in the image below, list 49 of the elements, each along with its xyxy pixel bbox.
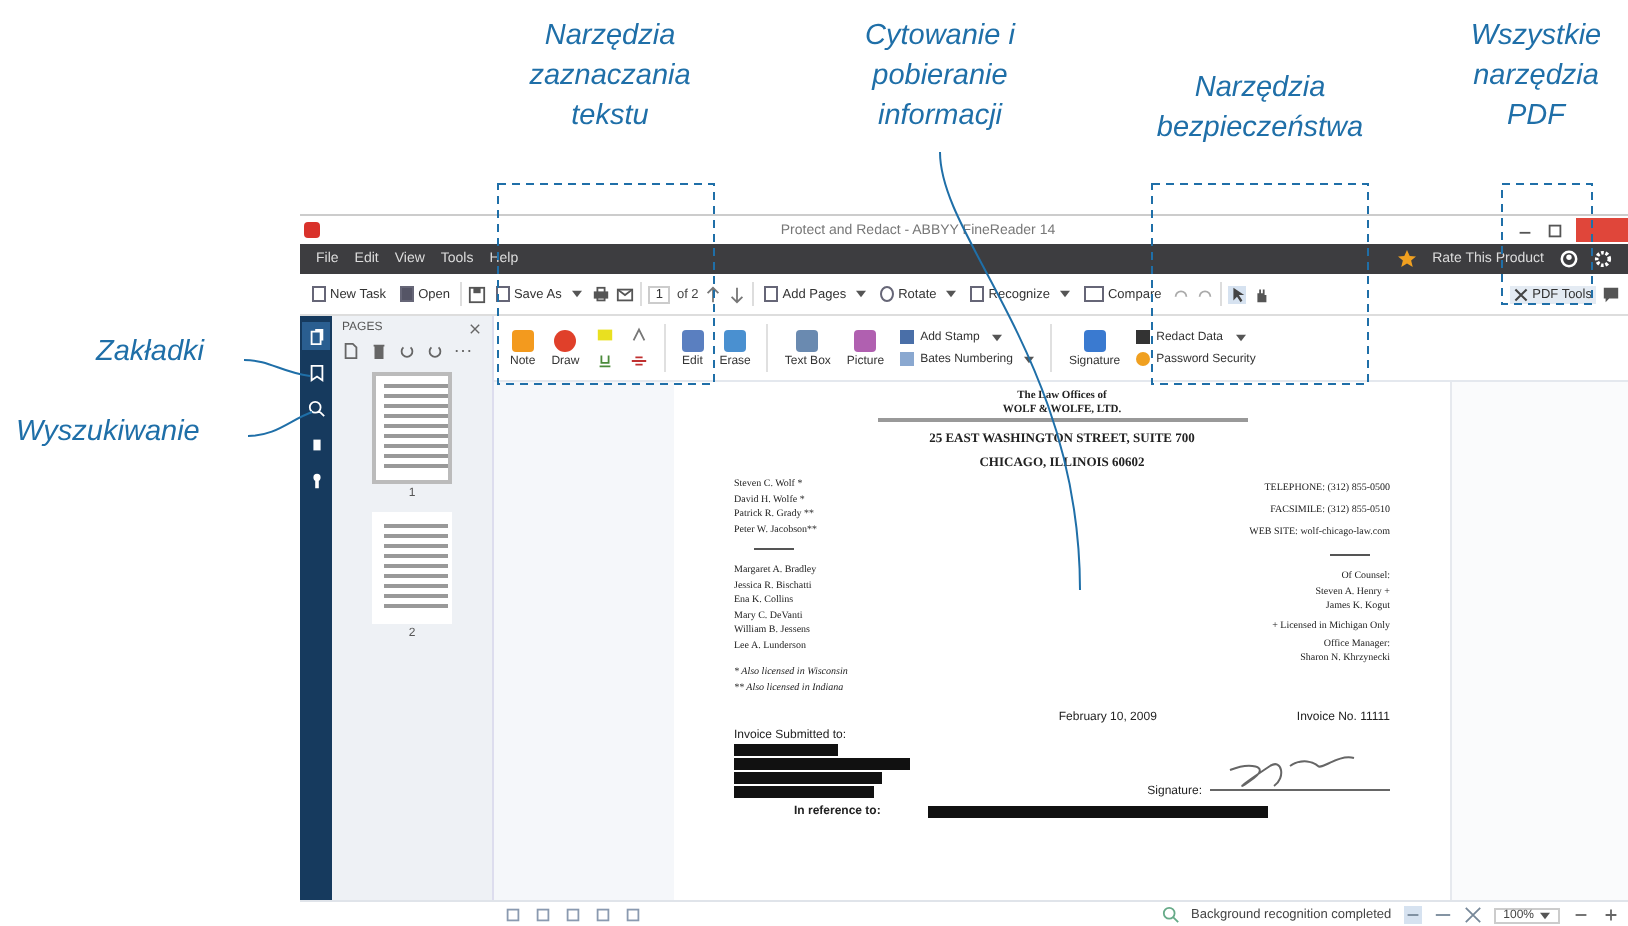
maximize-button[interactable] [1546, 221, 1564, 239]
page-thumbnail[interactable] [372, 512, 452, 624]
caret-icon [1059, 290, 1070, 298]
arrow-down-icon[interactable] [728, 285, 747, 303]
callout-label: Wyszukiwanie [16, 414, 200, 452]
callout-label: Narzędzia bezpieczeństwa [1154, 70, 1366, 148]
account-icon[interactable] [1560, 250, 1578, 268]
settings-icon[interactable] [1594, 250, 1612, 268]
caret-icon [1540, 911, 1550, 919]
fit-width-icon[interactable] [1403, 906, 1422, 924]
email-icon[interactable] [615, 285, 634, 303]
caret-icon [946, 290, 957, 298]
leader-line [247, 411, 313, 437]
underline-icon[interactable] [595, 352, 614, 370]
expand-icon[interactable] [1463, 906, 1482, 924]
search-icon [307, 399, 325, 417]
strikethrough-icon[interactable] [629, 352, 648, 370]
bookmark-icon [307, 363, 325, 381]
callout-label: Cytowanie i pobieranie informacji [863, 18, 1018, 136]
leader-line [243, 359, 311, 377]
rotate-left-icon[interactable] [398, 342, 416, 360]
caret-icon [571, 290, 582, 298]
pointer-icon[interactable] [1227, 285, 1246, 303]
print-icon[interactable] [591, 285, 610, 303]
hand-icon[interactable] [1251, 285, 1270, 303]
zoom-in-button[interactable] [1602, 906, 1620, 924]
search-icon [1161, 906, 1180, 924]
caret-icon [991, 333, 1002, 341]
dashed-bracket [1501, 183, 1593, 305]
pages-icon [307, 327, 325, 345]
callout-label: Narzędzia zaznaczania tekstu [527, 18, 693, 136]
tools-icon [1514, 287, 1529, 301]
star-icon [1398, 250, 1417, 268]
page-thumbnail[interactable] [372, 372, 452, 484]
app-logo-icon [304, 222, 320, 238]
rotate-right-icon[interactable] [426, 342, 444, 360]
navigation-tab[interactable] [302, 322, 330, 350]
callout-label: Zakładki [96, 334, 204, 372]
comment-icon[interactable] [1602, 285, 1620, 303]
close-icon[interactable] [468, 322, 482, 336]
callout-label: Wszystkie narzędzia PDF [1468, 18, 1604, 136]
add-page-icon[interactable] [342, 342, 360, 360]
caret-icon [1024, 355, 1035, 363]
save-icon[interactable] [467, 285, 486, 303]
caret-icon [856, 290, 867, 298]
trash-icon[interactable] [370, 342, 388, 360]
arrow-up-icon[interactable] [704, 285, 723, 303]
caret-icon [1235, 333, 1245, 341]
document-icon [307, 435, 325, 453]
